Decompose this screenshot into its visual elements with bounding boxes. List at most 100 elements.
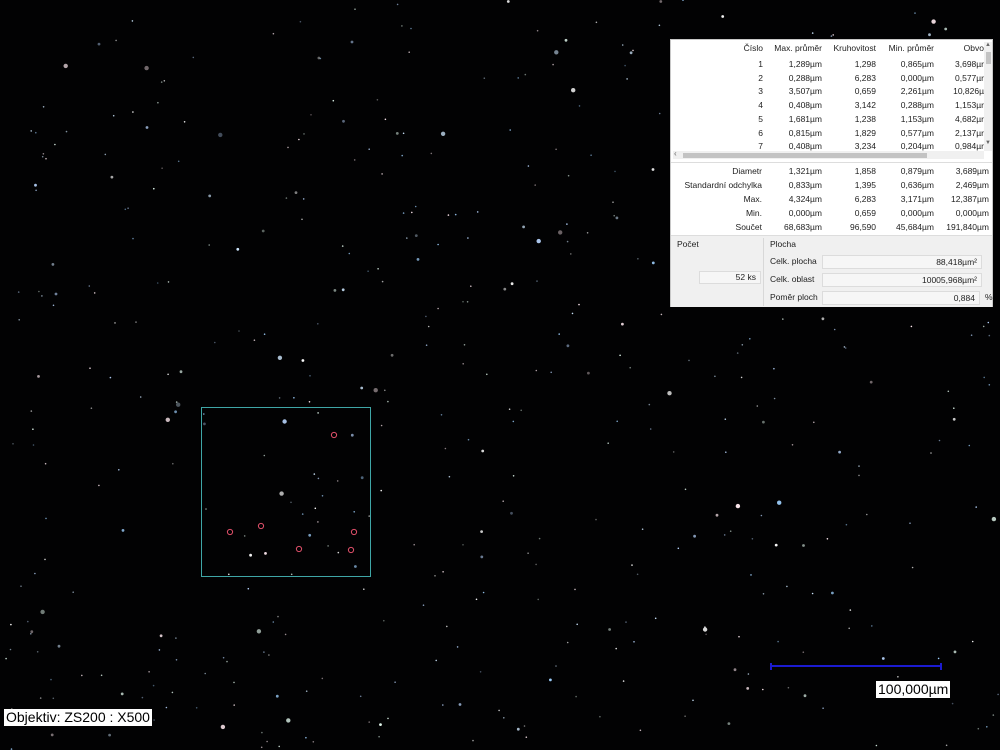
particle — [952, 417, 956, 421]
particle — [658, 112, 661, 115]
measurement-table[interactable]: Číslo Max. průměr Kruhovitost Min. průmě… — [671, 40, 985, 151]
particle — [195, 707, 198, 709]
particle — [909, 522, 911, 524]
particle — [613, 214, 615, 217]
particle — [425, 344, 428, 347]
scroll-down-icon[interactable]: ▼ — [985, 140, 991, 146]
particle — [34, 183, 37, 187]
table-cell: 1,153µm — [900, 113, 934, 124]
area-ratio-row: Poměr ploch 0,884 % — [770, 291, 993, 305]
table-row[interactable]: 4 0,408µm 3,142 0,288µm 1,153µr — [671, 98, 985, 112]
particle — [502, 500, 505, 503]
table-row[interactable]: 7 0,408µm 3,234 0,204µm 0,984µr — [671, 139, 985, 151]
particle — [363, 588, 365, 590]
particle — [89, 367, 91, 370]
table-cell: 0,865µm — [900, 59, 934, 69]
particle — [480, 555, 484, 559]
area-ratio-value: 0,884 — [822, 291, 980, 305]
particle — [578, 303, 580, 306]
particle — [36, 651, 39, 653]
particle — [813, 421, 815, 424]
particle — [522, 225, 525, 229]
stats-cell: 45,684µm — [896, 221, 934, 232]
particle — [848, 627, 850, 630]
scroll-up-icon[interactable]: ▲ — [985, 42, 991, 48]
col-header-min-diameter[interactable]: Min. průměr — [876, 43, 934, 53]
stats-cell: 68,683µm — [784, 221, 822, 232]
particle — [284, 633, 287, 636]
particle — [132, 237, 134, 240]
particle — [277, 355, 283, 360]
table-row[interactable]: 1 1,289µm 1,298 0,865µm 3,698µr — [671, 57, 985, 71]
particle — [402, 212, 405, 214]
particle — [724, 418, 727, 421]
particle — [727, 722, 731, 725]
particle — [427, 325, 430, 328]
stats-cell: 0,636µm — [900, 179, 934, 190]
particle — [570, 253, 572, 255]
particle — [109, 376, 112, 379]
table-row[interactable]: 6 0,815µm 1,829 0,577µm 2,137µr — [671, 126, 985, 140]
particle — [383, 619, 385, 622]
scrollbar-thumb[interactable] — [986, 52, 991, 64]
particle — [233, 704, 235, 706]
particle — [263, 651, 265, 653]
particle — [762, 420, 765, 424]
scrollbar-thumb[interactable] — [683, 153, 927, 158]
roi-selection-box[interactable] — [201, 407, 371, 577]
col-header-circularity[interactable]: Kruhovitost — [822, 43, 876, 53]
particle — [858, 465, 860, 467]
particle — [830, 35, 833, 37]
stats-cell: 2,469µm — [955, 179, 989, 190]
table-cell: 7 — [758, 141, 763, 151]
count-unit: ks — [747, 272, 757, 282]
particle — [463, 344, 466, 346]
particle — [746, 687, 750, 690]
scroll-left-icon[interactable]: ‹ — [674, 149, 677, 158]
particle — [782, 318, 784, 320]
particle — [536, 238, 541, 244]
col-header-number[interactable]: Číslo — [711, 43, 763, 53]
table-cell: 4,682µr — [955, 113, 984, 124]
particle — [821, 317, 825, 321]
particle — [615, 647, 617, 650]
table-cell: 0,577µm — [900, 127, 934, 138]
particle — [791, 444, 794, 446]
particle — [733, 668, 737, 672]
particle — [348, 252, 351, 255]
table-horizontal-scrollbar[interactable]: ‹ — [673, 149, 984, 159]
stats-cell: 96,590 — [850, 221, 876, 232]
table-row[interactable]: 3 3,507µm 0,659 2,261µm 10,826µ — [671, 84, 985, 98]
particle — [833, 328, 836, 331]
particle — [41, 295, 43, 297]
particle — [881, 657, 885, 660]
col-header-max-diameter[interactable]: Max. průměr — [763, 43, 822, 53]
particle — [368, 721, 371, 723]
stats-row: Min. 0,000µm 0,659 0,000µm 0,000µm — [671, 206, 992, 220]
particle — [309, 375, 311, 377]
particle — [831, 591, 834, 595]
table-cell: 3,142 — [854, 100, 876, 111]
particle — [615, 216, 619, 220]
particle — [72, 591, 74, 593]
particle — [110, 175, 114, 179]
particle — [470, 285, 472, 288]
table-row[interactable]: 5 1,681µm 1,238 1,153µm 4,682µr — [671, 112, 985, 126]
particle — [983, 376, 985, 379]
table-row[interactable]: 2 0,288µm 6,283 0,000µm 0,577µr — [671, 71, 985, 85]
particle — [524, 73, 527, 76]
particle — [777, 640, 779, 643]
col-header-perimeter[interactable]: Obvo — [934, 43, 984, 53]
scale-bar-cap-right — [940, 663, 942, 670]
area-ratio-unit: % — [985, 292, 993, 302]
particle — [435, 659, 438, 662]
particle — [762, 593, 765, 595]
particle — [381, 173, 383, 175]
particle — [17, 291, 20, 293]
particle — [353, 159, 356, 161]
particle — [437, 307, 439, 310]
particle — [42, 106, 45, 108]
table-cell: 2,261µm — [900, 86, 934, 97]
particle — [621, 322, 624, 326]
table-vertical-scrollbar[interactable]: ▲ ▼ — [984, 42, 992, 151]
